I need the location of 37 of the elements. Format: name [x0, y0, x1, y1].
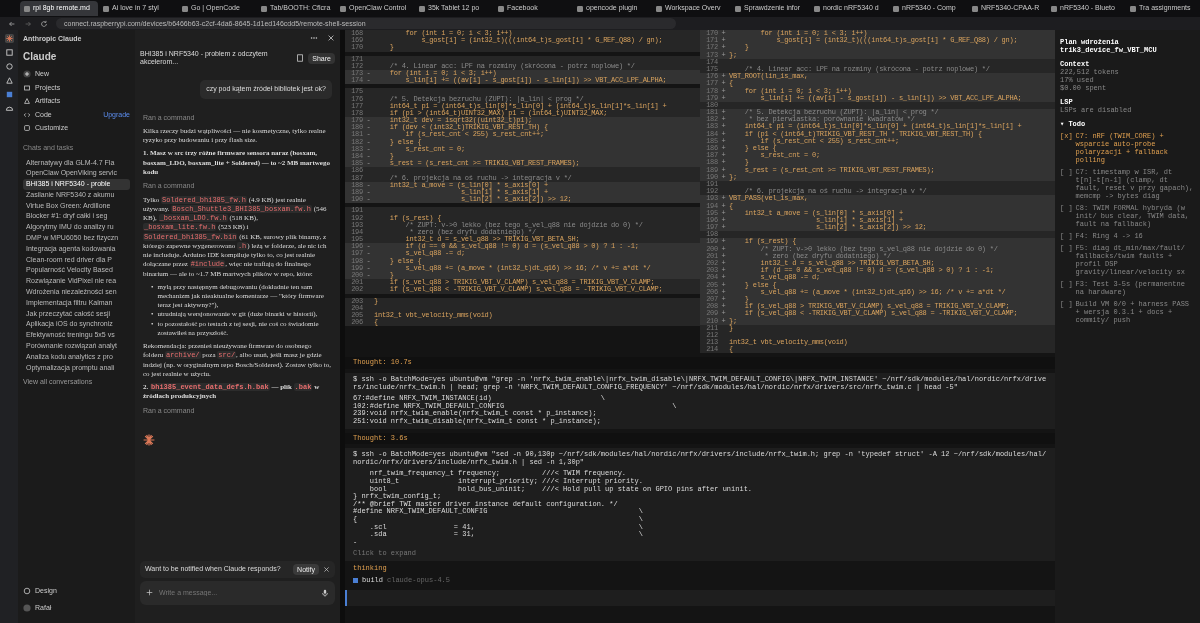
code-icon	[23, 110, 31, 119]
favicon-icon	[893, 5, 899, 12]
spinner-icon	[143, 434, 155, 447]
plus-icon[interactable]	[146, 589, 153, 597]
favicon-icon	[24, 5, 30, 12]
circle-icon[interactable]	[4, 62, 14, 71]
folder-icon	[23, 83, 31, 92]
favicon-icon	[735, 5, 741, 12]
more-icon[interactable]	[309, 34, 319, 42]
triangle-icon[interactable]	[4, 76, 14, 85]
close-icon[interactable]	[323, 565, 330, 573]
favicon-icon	[814, 5, 820, 12]
plus-icon	[23, 70, 31, 79]
favicon-icon	[182, 5, 188, 12]
favicon-icon	[261, 5, 267, 12]
claude-logo-icon[interactable]	[4, 34, 14, 43]
prompt-input[interactable]	[345, 590, 1055, 607]
favicon-icon	[577, 5, 583, 12]
favicon-icon	[103, 5, 109, 12]
favicon-icon	[972, 5, 978, 12]
favicon-icon	[498, 5, 504, 12]
brand-name: Claude	[23, 49, 58, 64]
favicon-icon	[1130, 5, 1136, 12]
square-icon[interactable]	[4, 48, 14, 57]
close-icon[interactable]	[327, 34, 335, 42]
document-icon[interactable]	[296, 54, 305, 62]
microphone-icon[interactable]	[321, 588, 329, 597]
favicon-icon	[656, 5, 662, 12]
favicon-icon	[419, 5, 425, 12]
favicon-icon	[340, 5, 346, 12]
favicon-icon	[1051, 5, 1057, 12]
reload-icon[interactable]	[40, 19, 48, 28]
back-icon[interactable]	[8, 19, 16, 28]
triangle-icon	[23, 97, 31, 106]
palette-icon	[23, 586, 31, 595]
cloud-icon[interactable]	[4, 104, 14, 113]
square-icon[interactable]	[4, 90, 14, 99]
